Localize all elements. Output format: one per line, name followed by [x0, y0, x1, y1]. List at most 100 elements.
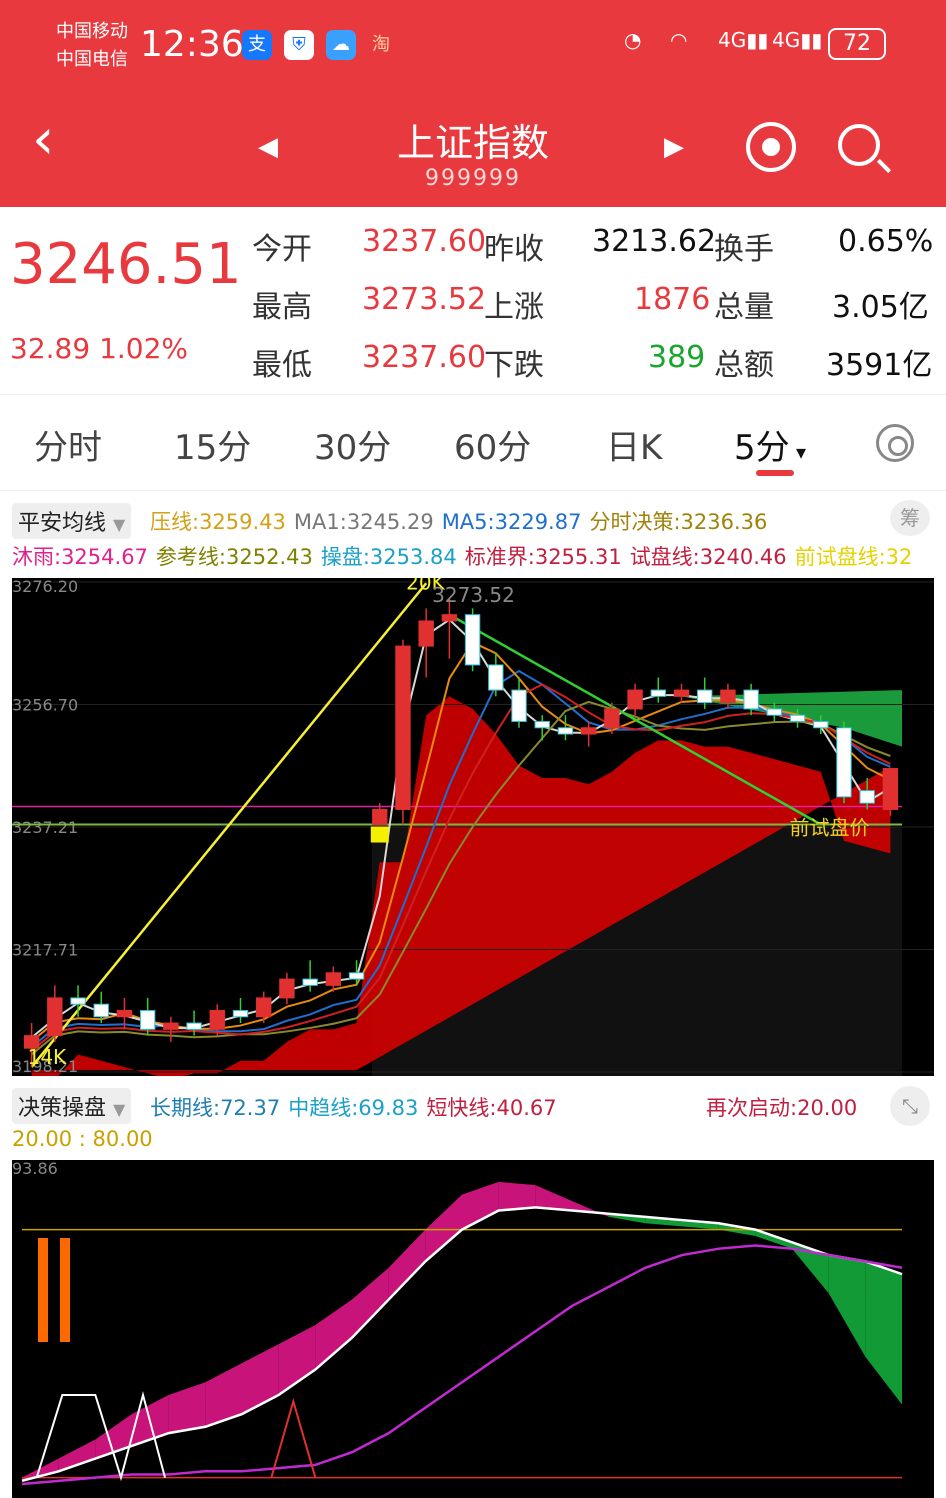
change-value: 32.89 [10, 332, 91, 365]
band-segment [168, 1382, 206, 1434]
carrier-info: 中国移动 中国电信 [56, 18, 128, 74]
band-segment [352, 1267, 389, 1338]
tab-30min[interactable]: 30分 [314, 420, 391, 469]
volume-value: 3.05亿 [832, 290, 929, 325]
chip-distribution-button[interactable]: 筹 [890, 500, 930, 536]
turnover-label: 换手 [714, 232, 774, 267]
alarm-clock-icon[interactable] [746, 122, 796, 172]
y-tick-label: 93.86 [12, 1160, 58, 1178]
y-tick-label: 3217.71 [12, 940, 78, 959]
orange-bar-signal [38, 1238, 48, 1342]
candle-body [580, 727, 597, 735]
chevron-down-icon: ▼ [113, 1100, 126, 1119]
candle-body [627, 689, 643, 710]
candle-body [511, 689, 527, 722]
amount-label: 总额 [714, 348, 774, 383]
search-icon[interactable] [838, 124, 880, 166]
main-legend-item-2-0: 沐雨:3254.67 [12, 545, 148, 569]
active-tab-indicator [756, 470, 794, 476]
candle-body [348, 972, 365, 980]
candle-body [186, 1022, 202, 1030]
speed-icon: ◔ [624, 28, 642, 52]
candle-body [813, 720, 829, 729]
candle-body [232, 1009, 249, 1018]
band-segment [388, 1229, 426, 1300]
sub-indicator-levels: 20.00 : 80.00 [12, 1127, 153, 1151]
candle-body [116, 1009, 133, 1018]
y-tick-label: 3237.21 [12, 818, 78, 837]
tab-15min[interactable]: 15分 [174, 420, 251, 469]
candle-body [859, 790, 875, 804]
candle-body [882, 768, 899, 810]
divider [0, 394, 946, 395]
advancers-label: 上涨 [484, 290, 544, 325]
amount-value: 3591亿 [826, 348, 933, 383]
annotation-high: 3273.52 [432, 583, 515, 607]
settings-icon[interactable] [876, 424, 914, 462]
band-segment [58, 1439, 96, 1472]
band-segment [498, 1181, 536, 1211]
restart-number: 20.00 [797, 1096, 858, 1120]
candle-body [836, 727, 852, 798]
candle-body [464, 614, 481, 666]
sub-indicator-selector[interactable]: 决策操盘 ▼ [12, 1088, 132, 1124]
candle-body [673, 689, 690, 697]
main-legend-item-2: MA5:3229.87 [441, 510, 582, 534]
band-segment [278, 1325, 316, 1395]
battery-indicator: 72 [828, 28, 886, 60]
candle-body [279, 978, 295, 999]
decision-indicator-chart[interactable]: 93.86 [12, 1159, 934, 1498]
sub-legend-item-1: 中趋线:69.83 [288, 1096, 419, 1120]
candle-body [209, 1009, 225, 1030]
band-segment [865, 1261, 902, 1405]
candle-body [720, 689, 736, 704]
decision-indicator-svg: 93.86 [12, 1159, 903, 1486]
main-legend-item-1: MA1:3245.29 [293, 510, 434, 534]
open-label: 今开 [252, 232, 312, 267]
main-legend-item-3: 分时决策:3236.36 [589, 510, 768, 534]
signal-marker [370, 826, 389, 843]
candle-body [441, 614, 458, 622]
signal-label-2: 4G [772, 28, 801, 52]
candle-body [70, 997, 86, 1005]
sub-legend-item-0: 长期线:72.37 [150, 1096, 281, 1120]
alipay-icon: 支 [242, 30, 272, 60]
candle-body [93, 1003, 109, 1018]
tab-60min[interactable]: 60分 [454, 420, 531, 469]
tab-minute[interactable]: 分时 [34, 420, 102, 469]
signal-label-1: 4G [718, 28, 747, 52]
chevron-down-icon: ▼ [113, 515, 126, 534]
carrier-2: 中国电信 [56, 49, 128, 70]
candle-body [488, 664, 504, 691]
shield-icon: ⛨ [284, 30, 314, 60]
kline-chart[interactable]: 3276.20 3256.70 3237.21 3217.71 3198.21 20K 32… [12, 571, 934, 1105]
tab-daily[interactable]: 日K [606, 420, 662, 469]
main-indicator-values-1: 压线:3259.43 MA1:3245.29 MA5:3229.87 分时决策:323… [150, 506, 775, 536]
signal-icon-2: 4G▮▮ [772, 28, 823, 52]
expand-icon[interactable]: ⤡ [890, 1086, 930, 1126]
main-indicator-selector[interactable]: 平安均线 ▼ [12, 503, 132, 539]
restart-label: 再次启动: [706, 1096, 798, 1120]
candle-body [789, 714, 806, 722]
tab-5min[interactable]: 5分 ▾ [734, 420, 806, 469]
main-indicator-name: 平安均线 [18, 511, 107, 536]
next-stock-icon[interactable]: ▶ [664, 132, 684, 162]
main-legend-item-2-2: 操盘:3253.84 [320, 545, 457, 569]
current-price: 3246.51 [10, 232, 242, 297]
carrier-1: 中国移动 [56, 21, 128, 42]
candle-body [650, 689, 666, 697]
low-value: 3237.60 [362, 340, 487, 375]
y-tick-label: 3256.70 [12, 696, 78, 715]
advancers-value: 1876 [634, 282, 711, 317]
annotation-14k: 14K [28, 1045, 67, 1069]
candle-body [604, 708, 620, 729]
band-segment [572, 1200, 609, 1217]
candle-body [47, 997, 63, 1037]
weather-icon: ☁ [326, 30, 356, 60]
main-legend-item-2-1: 参考线:3252.43 [155, 545, 313, 569]
high-label: 最高 [252, 290, 312, 325]
sub-indicator-values: 长期线:72.37 中趋线:69.83 短快线:40.67 [150, 1092, 565, 1122]
tab-5min-label: 5分 [734, 428, 790, 468]
candle-body [395, 645, 411, 810]
annotation-prev-test-price: 前试盘价 [790, 816, 870, 840]
